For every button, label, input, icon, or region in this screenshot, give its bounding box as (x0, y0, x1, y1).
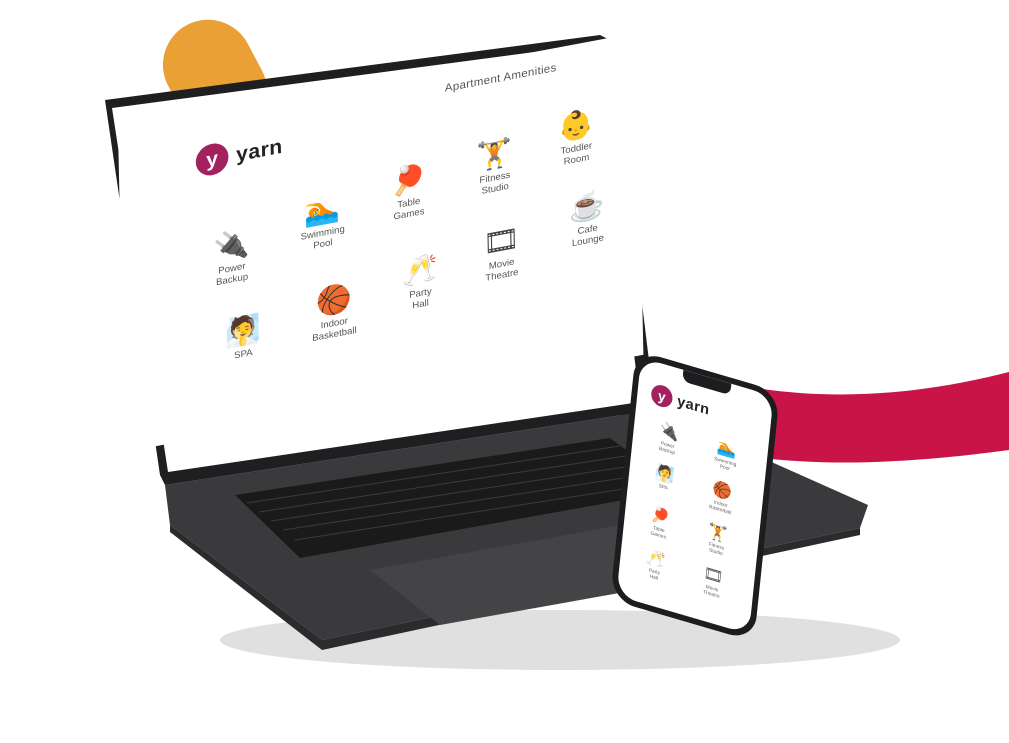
amenities-page: Apartment Amenities y yarn 🔌 Power Backup… (118, 32, 644, 453)
phone-amenities-grid: 🔌 Power Backup 🏊 Swimming Pool 🧖 SPA 🏀 Indoor B… (643, 415, 760, 599)
amenity-table-games[interactable]: 🏓 Table Games (365, 155, 453, 228)
phone-brand-logo[interactable]: y yarn (650, 382, 710, 420)
amenity-party-hall[interactable]: 🥂 Party Hall (376, 246, 464, 319)
amenity-power-backup[interactable]: 🔌 Power Backup (188, 221, 276, 294)
amenity-cafe-lounge[interactable]: ☕ Cafe Lounge (544, 182, 632, 255)
amenity-movie-theatre[interactable]: 🎞 Movie Theatre (458, 216, 546, 289)
brand-name: yarn (676, 392, 711, 419)
amenities-grid: 🔌 Power Backup 🏊 Swimming Pool 🏓 Table Games 🏋… (118, 33, 643, 452)
phone-amenity-movie-theatre[interactable]: 🎞 Movie Theatre (684, 559, 741, 605)
laptop-mockup: Apartment Amenities y yarn 🔌 Power Backup… (0, 0, 1009, 743)
phone-amenity-party-hall[interactable]: 🥂 Party Hall (627, 542, 684, 588)
amenity-swimming-pool[interactable]: 🏊 Swimming Pool (279, 185, 367, 258)
phone-mockup: y yarn 🔌 Power Backup 🏊 Swimming Pool 🧖 SPA 🏀 I… (592, 350, 792, 642)
phone-amenity-indoor-basketball[interactable]: 🏀 Indoor Basketball (693, 474, 750, 520)
yarn-logo-icon: y (650, 382, 674, 410)
amenity-spa[interactable]: 🧖 SPA (199, 306, 286, 368)
phone-notch (682, 369, 732, 396)
laptop-screen: Apartment Amenities y yarn 🔌 Power Backup… (110, 32, 644, 460)
phone-amenity-power-backup[interactable]: 🔌 Power Backup (640, 415, 697, 461)
amenity-fitness-studio[interactable]: 🏋 Fitness Studio (451, 130, 539, 203)
amenity-indoor-basketball[interactable]: 🏀 Indoor Basketball (290, 276, 378, 349)
phone-amenity-swimming-pool[interactable]: 🏊 Swimming Pool (697, 432, 754, 478)
amenity-toddler-room[interactable]: 👶 Toddler Room (532, 101, 620, 174)
phone-amenity-spa[interactable]: 🧖 SPA (636, 458, 692, 499)
phone-frame: y yarn 🔌 Power Backup 🏊 Swimming Pool 🧖 SPA 🏀 I… (610, 350, 780, 642)
phone-amenity-fitness-studio[interactable]: 🏋 Fitness Studio (689, 517, 746, 563)
phone-screen: y yarn 🔌 Power Backup 🏊 Swimming Pool 🧖 SPA 🏀 I… (616, 357, 774, 635)
phone-amenity-table-games[interactable]: 🏓 Table Games (631, 500, 688, 546)
